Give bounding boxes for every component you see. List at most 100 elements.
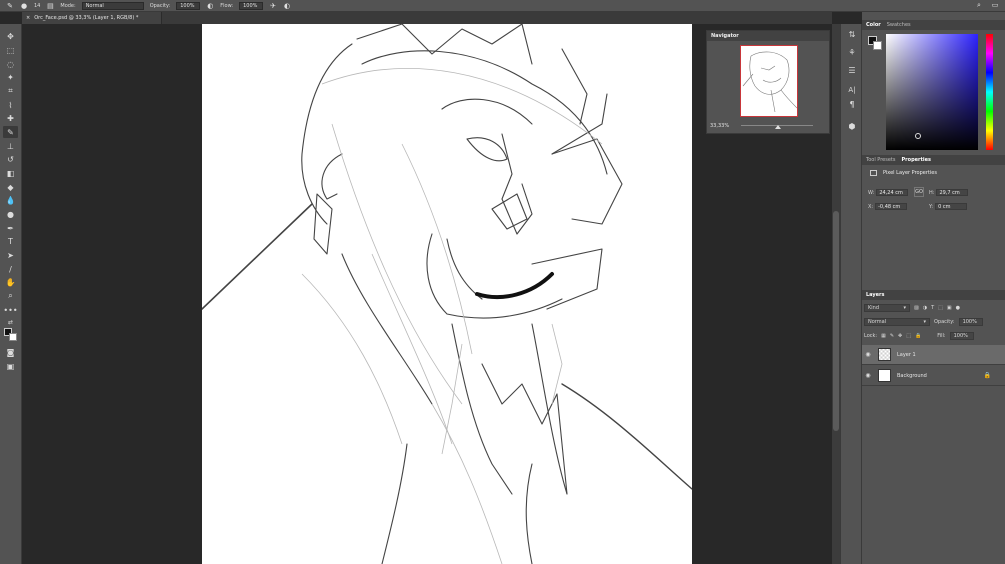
- background-color-swatch[interactable]: [9, 333, 17, 341]
- blend-mode-dropdown[interactable]: Normal ▾: [864, 318, 930, 326]
- pen-tool-icon[interactable]: ✒: [3, 222, 18, 234]
- 3d-panel-icon[interactable]: ⬢: [845, 120, 859, 132]
- quick-mask-icon[interactable]: ◙: [3, 346, 18, 358]
- filter-toggle-icon[interactable]: ●: [956, 305, 960, 311]
- layer-name[interactable]: Background: [897, 373, 927, 379]
- line-tool-icon[interactable]: /: [3, 263, 18, 275]
- layer-opacity-field[interactable]: 100%: [958, 318, 983, 326]
- lasso-tool-icon[interactable]: ◌: [3, 58, 18, 70]
- scrollbar-thumb[interactable]: [833, 211, 839, 431]
- layer-thumbnail: [878, 348, 891, 361]
- close-tab-icon[interactable]: ×: [26, 15, 30, 21]
- eye-icon[interactable]: ◉: [862, 351, 874, 358]
- options-bar: ✎ ● 14 ▤ Mode: Normal Opacity: 100% ◐ Fl…: [0, 0, 1005, 12]
- height-field[interactable]: H: 29,7 cm: [929, 189, 969, 196]
- tab-swatches[interactable]: Swatches: [887, 22, 911, 28]
- adjustments-panel-icon[interactable]: ☰: [845, 64, 859, 76]
- blend-opacity-row: Normal ▾ Opacity: 100%: [864, 318, 983, 326]
- link-dimensions-icon[interactable]: GO: [914, 187, 924, 197]
- type-tool-icon[interactable]: T: [3, 235, 18, 247]
- brush-settings-panel-icon[interactable]: ⚘: [845, 46, 859, 58]
- marquee-tool-icon[interactable]: ⬚: [3, 44, 18, 56]
- layer-row-background[interactable]: ◉ Background 🔒: [862, 366, 1005, 386]
- navigator-title: Navigator: [707, 31, 829, 41]
- swap-colors-icon[interactable]: ⇄: [3, 316, 18, 328]
- hand-tool-icon[interactable]: ✋: [3, 276, 18, 288]
- blur-tool-icon[interactable]: 💧: [3, 194, 18, 206]
- magic-wand-tool-icon[interactable]: ✦: [3, 71, 18, 83]
- document-canvas[interactable]: [202, 24, 692, 564]
- filter-type-icon[interactable]: T: [931, 305, 934, 311]
- hue-slider[interactable]: [986, 34, 993, 150]
- properties-title: Pixel Layer Properties: [870, 170, 937, 176]
- filter-shape-icon[interactable]: ⬚: [938, 305, 943, 311]
- history-brush-tool-icon[interactable]: ↺: [3, 153, 18, 165]
- path-selection-tool-icon[interactable]: ➤: [3, 249, 18, 261]
- eraser-tool-icon[interactable]: ◧: [3, 167, 18, 179]
- layer-thumbnail: [878, 369, 891, 382]
- more-tools-icon[interactable]: •••: [3, 304, 18, 316]
- brush-preset-icon[interactable]: ●: [20, 2, 28, 10]
- airbrush-icon[interactable]: ✈: [269, 2, 277, 10]
- filter-pixel-icon[interactable]: ▨: [914, 305, 919, 311]
- flow-field[interactable]: 100%: [239, 1, 264, 10]
- mode-dropdown[interactable]: Normal: [81, 1, 144, 10]
- eye-icon[interactable]: ◉: [862, 372, 874, 379]
- pixel-layer-icon: [870, 170, 877, 176]
- document-tab[interactable]: × Orc_Face.psd @ 33,3% (Layer 1, RGB/8) …: [22, 12, 162, 24]
- layer-name[interactable]: Layer 1: [897, 352, 916, 358]
- filter-smart-object-icon[interactable]: ▣: [947, 305, 952, 311]
- pressure-size-icon[interactable]: ◐: [283, 2, 291, 10]
- fill-field[interactable]: 100%: [949, 332, 974, 340]
- move-tool-icon[interactable]: ✥: [3, 30, 18, 42]
- search-icon[interactable]: ⌕: [975, 1, 983, 9]
- healing-brush-tool-icon[interactable]: ✚: [3, 112, 18, 124]
- navigator-zoom-slider-handle[interactable]: [775, 125, 781, 129]
- paint-bucket-tool-icon[interactable]: ◆: [3, 181, 18, 193]
- lock-position-icon[interactable]: ✥: [898, 333, 902, 339]
- y-position-field[interactable]: Y: 0 cm: [929, 203, 968, 210]
- zoom-tool-icon[interactable]: ⌕: [3, 290, 18, 302]
- crop-tool-icon[interactable]: ⌗: [3, 85, 18, 97]
- pressure-opacity-icon[interactable]: ◐: [206, 2, 214, 10]
- document-tab-bar: × Orc_Face.psd @ 33,3% (Layer 1, RGB/8) …: [22, 12, 832, 24]
- lock-artboard-icon[interactable]: ⬚: [906, 333, 911, 339]
- eyedropper-tool-icon[interactable]: ⌇: [3, 99, 18, 111]
- lock-pixels-icon[interactable]: ✎: [890, 333, 894, 339]
- navigator-sketch-thumbnail: [742, 51, 798, 113]
- tab-properties[interactable]: Properties: [902, 157, 931, 163]
- workspace-icon[interactable]: ▭: [991, 1, 999, 9]
- sketch-drawing: [202, 24, 692, 564]
- brush-panel-icon[interactable]: ▤: [46, 2, 54, 10]
- dodge-tool-icon[interactable]: ●: [3, 208, 18, 220]
- color-picker-field[interactable]: [886, 34, 978, 150]
- screen-mode-icon[interactable]: ▣: [3, 360, 18, 372]
- lock-transparency-icon[interactable]: ▦: [881, 333, 886, 339]
- color-background-swatch[interactable]: [873, 41, 882, 50]
- x-position-field[interactable]: X: -0,48 cm: [868, 203, 908, 210]
- navigator-preview[interactable]: [740, 45, 798, 117]
- brush-tool-icon[interactable]: ✎: [3, 126, 18, 138]
- chevron-down-icon: ▾: [923, 319, 926, 325]
- layer-filter-row: Kind ▾ ▨ ◑ T ⬚ ▣ ●: [864, 304, 960, 312]
- clone-stamp-tool-icon[interactable]: ⊥: [3, 140, 18, 152]
- opacity-field[interactable]: 100%: [176, 1, 201, 10]
- tab-color[interactable]: Color: [866, 22, 881, 28]
- filter-adjustment-icon[interactable]: ◑: [923, 305, 927, 311]
- layer-row-layer-1[interactable]: ◉ Layer 1: [862, 345, 1005, 365]
- color-picker-cursor[interactable]: [915, 133, 921, 139]
- tab-tool-presets[interactable]: Tool Presets: [866, 157, 896, 163]
- opacity-label: Opacity:: [149, 2, 171, 9]
- canvas-vertical-scrollbar[interactable]: [832, 24, 840, 564]
- history-panel-icon[interactable]: ⇅: [845, 28, 859, 40]
- layer-opacity-label: Opacity:: [934, 319, 955, 325]
- tab-layers[interactable]: Layers: [866, 292, 885, 298]
- lock-label: Lock:: [864, 333, 878, 339]
- paragraph-panel-icon[interactable]: ¶: [845, 98, 859, 110]
- brush-tool-icon[interactable]: ✎: [6, 2, 14, 10]
- width-field[interactable]: W: 24,24 cm: [868, 189, 909, 196]
- character-panel-icon[interactable]: A|: [845, 84, 859, 96]
- layers-panel-tabs: Layers: [862, 290, 1005, 300]
- lock-all-icon[interactable]: 🔒: [915, 333, 921, 339]
- layer-kind-filter[interactable]: Kind ▾: [864, 304, 910, 312]
